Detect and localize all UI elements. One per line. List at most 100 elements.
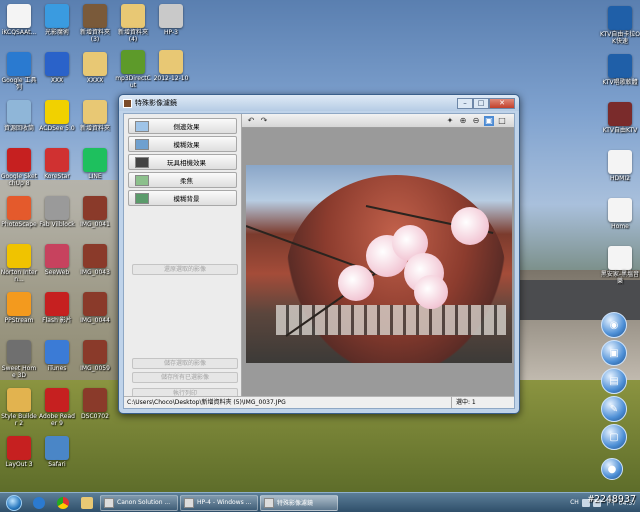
folder-icon <box>81 496 93 509</box>
actual-size-icon[interactable]: □ <box>497 116 507 126</box>
seeweb-icon <box>45 244 69 268</box>
desktop-icon[interactable]: PPStream <box>0 292 38 324</box>
desktop-icon-label: SeeWeb <box>44 269 70 276</box>
gadget-camera-icon[interactable]: ▣ <box>601 340 627 366</box>
rotate-right-icon[interactable]: ↷ <box>259 116 269 126</box>
desktop-icon[interactable]: KTV自由KTV <box>600 102 640 134</box>
desktop-icon[interactable]: 新增資料夾(4) <box>114 4 152 43</box>
app-icon <box>45 52 69 76</box>
task-label: HP-4 - Windows ... <box>197 499 252 506</box>
taskbar-pin-explorer[interactable] <box>76 495 98 511</box>
desktop-icon[interactable]: SeeWeb <box>38 244 76 276</box>
function-label: 模糊效果 <box>173 141 200 149</box>
desktop-icon[interactable]: Style Builder 2 <box>0 388 38 427</box>
desktop-icon[interactable]: Norton Intern... <box>0 244 38 283</box>
desktop-icon[interactable]: LINE <box>76 148 114 180</box>
ktv-icon <box>608 54 632 78</box>
zoom-in-icon[interactable]: ⊕ <box>458 116 468 126</box>
window-title: 特殊影像濾鏡 <box>135 99 177 107</box>
side-effect-button[interactable]: 側邊效果 <box>128 118 237 134</box>
input-language[interactable]: CH <box>570 499 579 506</box>
start-button[interactable] <box>0 493 28 512</box>
desktop-icon[interactable]: KoreStar <box>38 148 76 180</box>
safari-icon <box>45 436 69 460</box>
desktop-icon[interactable]: 2012-12-10 <box>152 50 190 82</box>
desktop-icon[interactable]: 資源回收筒 <box>0 100 38 132</box>
maximize-button[interactable]: □ <box>473 97 489 109</box>
task-icon <box>184 497 194 508</box>
desktop-icon[interactable]: IMG_0044 <box>76 292 114 324</box>
close-button[interactable]: ✕ <box>489 97 515 109</box>
restore-selected-button[interactable]: 還原選取的影像 <box>132 264 238 275</box>
desktop-icon[interactable]: XXXX <box>76 52 114 84</box>
bulb-icon[interactable]: ✦ <box>445 116 455 126</box>
desktop-icon[interactable]: HP-3 <box>152 4 190 36</box>
desktop-icon[interactable]: 光影魔術 <box>38 4 76 36</box>
desktop-icon[interactable]: Sweet Home 3D <box>0 340 38 379</box>
itunes-icon <box>45 340 69 364</box>
desktop-icon[interactable]: Adobe Reader 9 <box>38 388 76 427</box>
desktop-icon[interactable]: Google SketchUp 8 <box>0 148 38 187</box>
desktop-icon-label: 黑安家-黑塩音樂 <box>600 271 640 285</box>
desktop-icon[interactable]: KTV自由卡拉OK快速 <box>600 6 640 45</box>
toy-camera-button[interactable]: 玩具相機效果 <box>128 154 237 170</box>
desktop-icon[interactable]: 新增資料夾(3) <box>76 4 114 43</box>
speaker-icon <box>45 196 69 220</box>
chrome-icon <box>57 496 69 509</box>
desktop-icon[interactable]: iTunes <box>38 340 76 372</box>
save-selected-button[interactable]: 儲存選取的影像 <box>132 358 238 369</box>
desktop-icon-label: IMG_0043 <box>80 269 110 276</box>
blur-background-button[interactable]: 模糊背景 <box>128 190 237 206</box>
rotate-left-icon[interactable]: ↶ <box>246 116 256 126</box>
desktop-icon[interactable]: PhotoScape <box>0 196 38 228</box>
desktop-icon-label: PPStream <box>4 317 34 324</box>
desktop-icon[interactable]: mp3DirectCut <box>114 50 152 89</box>
taskbar-task[interactable]: Canon Solution ... <box>100 494 178 511</box>
taskbar-task[interactable]: HP-4 - Windows ... <box>180 494 258 511</box>
desktop-icon[interactable]: Home <box>600 198 640 230</box>
desktop-icon[interactable]: 新增資料夾 <box>76 100 114 132</box>
window-client: 側邊效果模糊效果玩具相機效果柔焦模糊背景 還原選取的影像 儲存選取的影像 儲存所… <box>123 113 515 409</box>
save-all-button[interactable]: 儲存所有已選影像 <box>132 372 238 383</box>
desktop-icon-label: 新增資料夾 <box>79 125 110 132</box>
desktop-icon[interactable]: 黑安家-黑塩音樂 <box>600 246 640 285</box>
desktop-icon[interactable]: KTV唱歌軟體 <box>600 54 640 86</box>
taskbar-pin-ie[interactable] <box>28 495 50 511</box>
desktop-icon[interactable]: LayOut 3 <box>0 436 38 468</box>
desktop-icon[interactable]: Flash 影片 <box>38 292 76 324</box>
layout-icon <box>7 436 31 460</box>
function-label: 玩具相機效果 <box>167 159 206 167</box>
desktop-icon[interactable]: IMG_0041 <box>76 196 114 228</box>
desktop-icon[interactable]: ACDSee 5.0 <box>38 100 76 132</box>
gadget-print-icon[interactable]: ▤ <box>601 368 627 394</box>
desktop-icon[interactable]: Fab Vilblock <box>38 196 76 228</box>
desktop-icon[interactable]: IMG_0059 <box>76 340 114 372</box>
desktop-icon-label: 新增資料夾(4) <box>117 29 148 43</box>
function-label: 模糊背景 <box>173 195 200 203</box>
taskbar-pin-chrome[interactable] <box>52 495 74 511</box>
taskbar-task[interactable]: 特殊影像濾鏡 <box>260 494 338 511</box>
desktop-icon[interactable]: iKCQSAAt... <box>0 4 38 36</box>
gadget-pen-icon[interactable]: ✎ <box>601 396 627 422</box>
blur-effect-button[interactable]: 模糊效果 <box>128 136 237 152</box>
desktop-icon[interactable]: XXX <box>38 52 76 84</box>
gadget-wifi-icon[interactable]: ◉ <box>601 312 627 338</box>
desktop-icon[interactable]: Safari <box>38 436 76 468</box>
desktop-icon-label: 光影魔術 <box>44 29 69 36</box>
gadget-app-icon[interactable]: ▢ <box>601 424 627 450</box>
minimize-button[interactable]: – <box>457 97 473 109</box>
fit-view-icon[interactable]: ▣ <box>484 115 494 126</box>
desktop-icon-label: Sweet Home 3D <box>1 365 37 379</box>
window-titlebar[interactable]: 特殊影像濾鏡 – □ ✕ <box>119 95 519 111</box>
desktop-icon-label: 資源回收筒 <box>3 125 34 132</box>
soft-focus-button[interactable]: 柔焦 <box>128 172 237 188</box>
status-bar: C:\Users\Choco\Desktop\新增資料夾 (5)\IMG_003… <box>124 396 514 408</box>
zoom-out-icon[interactable]: ⊖ <box>471 116 481 126</box>
desktop-icon[interactable]: HDMI2 <box>600 150 640 182</box>
desktop-icon[interactable]: Google 工具列 <box>0 52 38 91</box>
gadget-orb-icon[interactable]: ● <box>601 458 623 480</box>
desktop-icon[interactable]: DSC0702 <box>76 388 114 420</box>
folder-icon <box>121 4 145 28</box>
korestar-icon <box>45 148 69 172</box>
desktop-icon[interactable]: IMG_0043 <box>76 244 114 276</box>
